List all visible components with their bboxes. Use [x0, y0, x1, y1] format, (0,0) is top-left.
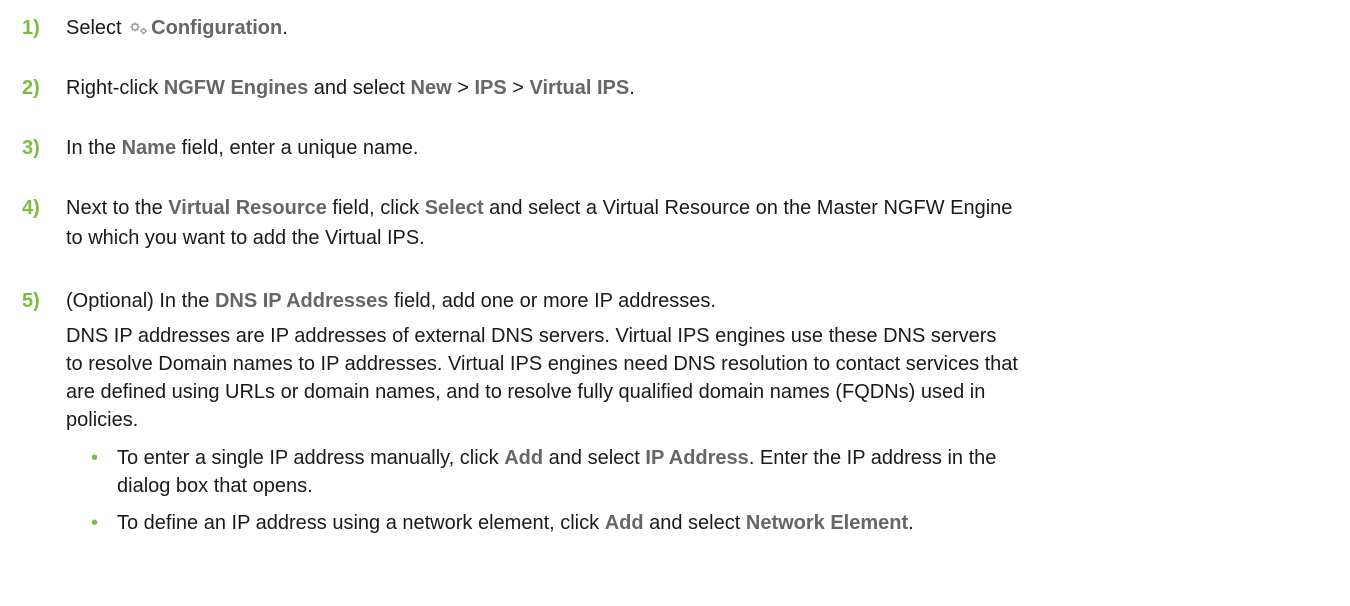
step-text-continued: to which you want to add the Virtual IPS… [66, 227, 425, 249]
step-number: 2) [22, 77, 40, 99]
configuration-term: Configuration [151, 17, 283, 39]
bullet-icon: • [91, 447, 99, 469]
dns-paragraph-line: to resolve Domain names to IP addresses.… [66, 353, 1018, 375]
dns-paragraph-line: policies. [66, 409, 139, 431]
bullet-text: To enter a single IP address manually, c… [117, 447, 997, 469]
bullet-text-continued: dialog box that opens. [117, 475, 313, 497]
dns-paragraph-line: are defined using URLs or domain names, … [66, 381, 986, 403]
step-number: 3) [22, 137, 40, 159]
bullet-text: To define an IP address using a network … [117, 512, 914, 534]
instructions-document: 1) Select Configuration. 2) Right-click … [0, 0, 1350, 606]
step-text: In the Name field, enter a unique name. [66, 137, 419, 159]
dns-paragraph-line: DNS IP addresses are IP addresses of ext… [66, 325, 997, 347]
step-number: 5) [22, 290, 40, 312]
step-text: Select Configuration. [66, 17, 288, 39]
step-number: 1) [22, 17, 40, 39]
step-text: Next to the Virtual Resource field, clic… [66, 197, 1013, 219]
step-text: (Optional) In the DNS IP Addresses field… [66, 290, 716, 312]
step-text: Right-click NGFW Engines and select New … [66, 77, 635, 99]
step-number: 4) [22, 197, 40, 219]
gears-icon [129, 21, 149, 35]
bullet-icon: • [91, 512, 99, 534]
